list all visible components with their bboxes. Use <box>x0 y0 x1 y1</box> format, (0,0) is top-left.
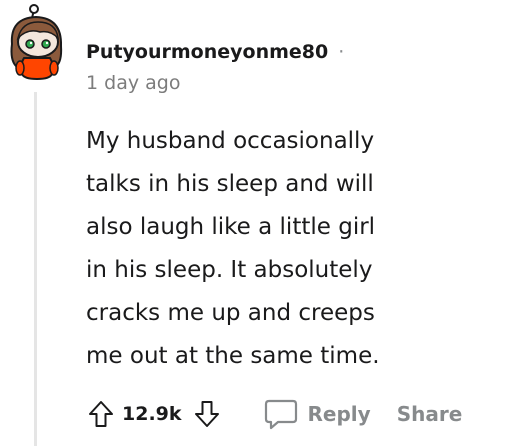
separator-dot: · <box>338 41 345 63</box>
reply-label: Reply <box>307 402 371 426</box>
arrow-up-icon <box>89 401 113 427</box>
arrow-down-icon <box>194 401 219 427</box>
snoo-avatar-icon <box>10 4 63 81</box>
comment-body-line: also laugh like a little girl <box>86 214 376 240</box>
comment-body-line: talks in his sleep and will <box>86 171 374 197</box>
comment-body-line: me out at the same time. <box>86 343 380 369</box>
reply-button[interactable]: Reply <box>264 398 371 430</box>
comment-header: Putyourmoneyonme80 · <box>86 38 344 66</box>
downvote-button[interactable] <box>190 396 224 432</box>
comment-body: My husband occasionally talks in his sle… <box>86 120 426 378</box>
timestamp: 1 day ago <box>86 72 181 94</box>
comment: Putyourmoneyonme80 · 1 day ago My husban… <box>0 0 516 446</box>
speech-bubble-icon <box>264 399 297 430</box>
comment-body-line: in his sleep. It absolutely <box>86 257 373 283</box>
comment-body-line: My husband occasionally <box>86 128 375 154</box>
avatar[interactable] <box>6 4 68 81</box>
comment-actions: 12.9k Reply Share <box>84 392 462 436</box>
comment-body-line: cracks me up and creeps <box>86 300 375 326</box>
upvote-button[interactable] <box>84 396 118 432</box>
username[interactable]: Putyourmoneyonme80 <box>86 41 328 63</box>
vote-score: 12.9k <box>122 403 182 425</box>
thread-line[interactable] <box>34 92 37 446</box>
share-button[interactable]: Share <box>397 402 463 426</box>
